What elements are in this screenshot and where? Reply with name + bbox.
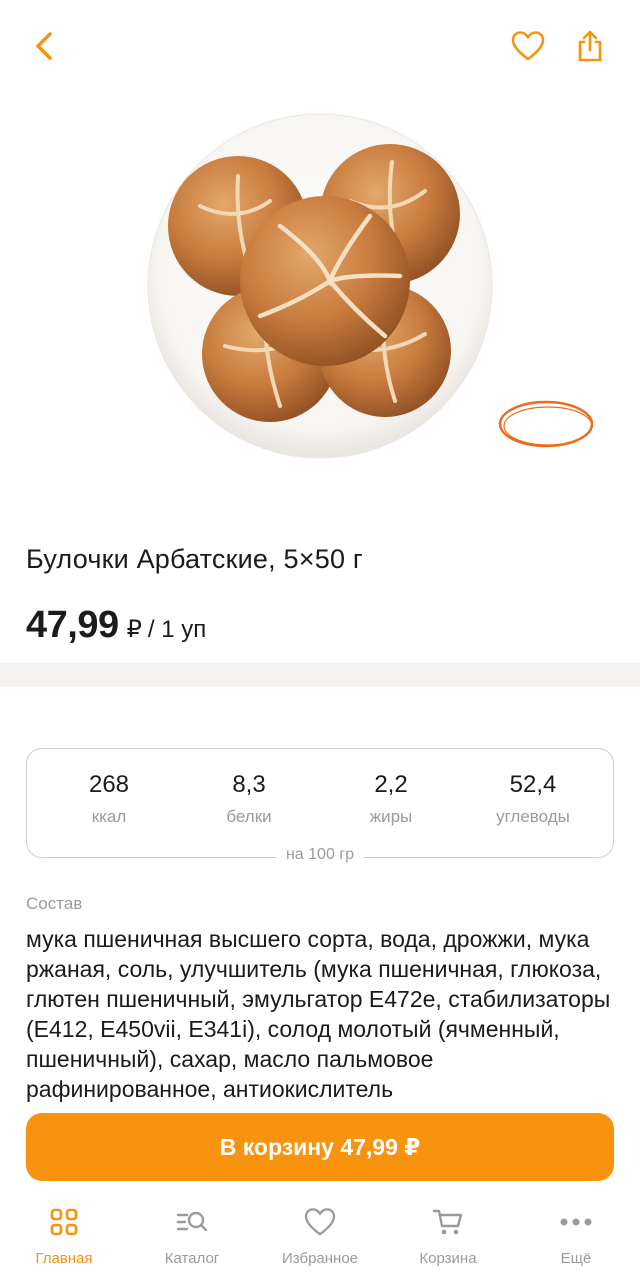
product-title: Булочки Арбатские, 5×50 г <box>26 544 363 574</box>
heart-icon <box>511 31 545 61</box>
composition-text: мука пшеничная высшего сорта, вода, дрож… <box>26 926 611 1102</box>
grid-icon <box>50 1208 78 1236</box>
nutrition-value: 52,4 <box>509 771 557 798</box>
nutrition-value: 268 <box>88 771 130 798</box>
tab-label: Избранное <box>281 1250 359 1267</box>
cart-icon <box>432 1209 463 1235</box>
per-100-label: на 100 гр <box>275 846 365 863</box>
nutrition-calories: 268 ккал <box>39 771 179 827</box>
nutrition-panel: 268 ккал 8,3 белки 2,2 жиры 52,4 углевод… <box>26 748 614 863</box>
bread-rolls-image <box>147 113 493 459</box>
top-bar <box>0 0 640 96</box>
brand-badge <box>498 400 594 448</box>
nutrition-value: 2,2 <box>374 771 408 798</box>
catalog-search-icon <box>176 1211 208 1232</box>
tab-label: Ещё <box>560 1250 592 1267</box>
tab-label: Главная <box>35 1250 93 1267</box>
section-divider <box>0 663 640 687</box>
nutrition-value: 8,3 <box>232 771 266 798</box>
favorite-button[interactable] <box>504 22 552 70</box>
tab-cart[interactable]: Корзина <box>384 1204 512 1274</box>
nutrition-label: углеводы <box>496 807 570 826</box>
nutrition-label: белки <box>226 807 272 826</box>
more-icon <box>560 1218 592 1226</box>
tab-label: Корзина <box>419 1250 477 1267</box>
price-unit: / 1 уп <box>147 616 207 643</box>
tab-favorites[interactable]: Избранное <box>256 1204 384 1274</box>
share-icon <box>578 30 602 62</box>
nutrition-label: жиры <box>369 807 413 826</box>
tab-more[interactable]: Ещё <box>512 1204 640 1274</box>
price-row: 47,99 ₽ / 1 уп <box>26 604 206 647</box>
composition-label: Состав <box>26 894 83 913</box>
tab-home[interactable]: Главная <box>0 1204 128 1274</box>
currency: ₽ <box>126 616 142 643</box>
back-button[interactable] <box>22 22 70 70</box>
nutrition-fat: 2,2 жиры <box>321 771 461 827</box>
product-image <box>0 96 640 516</box>
nutrition-label: ккал <box>91 807 127 826</box>
add-to-cart-button[interactable]: В корзину 47,99 ₽ <box>26 1113 614 1181</box>
product-price: 47,99 <box>26 604 119 646</box>
tab-label: Каталог <box>164 1250 220 1267</box>
chevron-left-icon <box>36 32 52 60</box>
nutrition-protein: 8,3 белки <box>179 771 319 827</box>
tab-catalog[interactable]: Каталог <box>128 1204 256 1274</box>
share-button[interactable] <box>566 22 614 70</box>
bottom-tab-bar: Главная Каталог Избранное Корзина Ещё <box>0 1196 640 1280</box>
nutrition-per-note: на 100 гр <box>27 846 613 864</box>
heart-icon <box>304 1208 336 1236</box>
nutrition-carbs: 52,4 углеводы <box>463 771 603 827</box>
